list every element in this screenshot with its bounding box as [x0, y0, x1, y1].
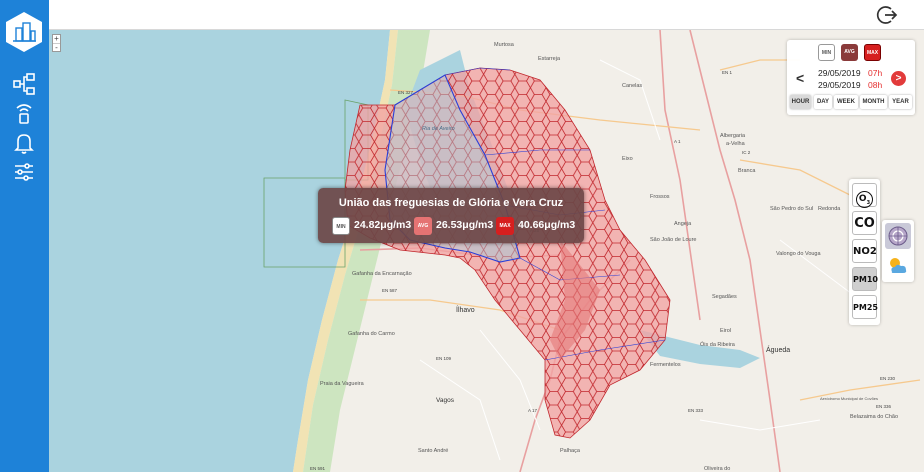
period-year-button[interactable]: YEAR [889, 95, 912, 109]
shield-en333: EN 333 [688, 408, 704, 413]
shield-en591: EN 591 [310, 466, 326, 471]
weather-icon[interactable] [885, 253, 911, 279]
time-from-date: 29/05/2019 [818, 68, 861, 78]
tooltip-avg-value: 26.53μg/m3 [436, 219, 494, 231]
pollutant-o3-sub: 3 [866, 199, 871, 206]
avg-stat-button[interactable]: AVG [841, 44, 858, 61]
label-belazaima: Belazaima do Chão [850, 414, 898, 420]
label-vagos: Vagos [436, 397, 455, 404]
sensor-icon[interactable] [12, 101, 36, 125]
shield-en230: EN 230 [880, 376, 896, 381]
period-month-button[interactable]: MONTH [860, 95, 887, 109]
label-gafanha-carmo: Gafanha do Carmo [348, 331, 395, 337]
time-to-hour: 08h [868, 80, 883, 90]
shield-en587: EN 587 [382, 288, 398, 293]
traffic-layer-icon[interactable] [885, 223, 911, 249]
sidebar [0, 0, 49, 472]
tooltip-avg-badge: AVG [414, 217, 432, 235]
label-segadaes: Segadães [712, 294, 737, 300]
min-stat-button[interactable]: MIN [818, 44, 835, 61]
max-stat-button[interactable]: MAX [864, 44, 881, 61]
pollutant-o3-label: O [858, 194, 867, 204]
label-canelas: Canelas [622, 83, 642, 89]
period-week-button[interactable]: WEEK [834, 95, 858, 109]
time-to-row: 29/05/2019 08h [818, 80, 882, 90]
tooltip-max-value: 40.66μg/m3 [518, 219, 576, 231]
city-logo-icon[interactable] [4, 11, 44, 53]
pollutant-pm10-button[interactable]: PM10 [852, 267, 878, 291]
label-gafanha-enc: Gafanha da Encarnação [352, 271, 412, 277]
time-panel: MIN AVG MAX < 29/05/2019 07h 29/05/2019 … [787, 40, 915, 115]
label-sao-pedro: São Pedro do Sul [770, 206, 813, 212]
shield-en336: EN 336 [876, 404, 892, 409]
label-santo-andre: Santo André [418, 448, 448, 454]
label-fermentelos: Fermentelos [650, 362, 681, 368]
label-estarreja: Estarreja [538, 56, 561, 62]
label-palhaca: Palhaça [560, 448, 581, 454]
shield-a1: A 1 [674, 139, 681, 144]
next-time-button[interactable]: > [891, 71, 906, 86]
label-ois-ribeira: Óis da Ribeira [700, 341, 736, 348]
pollutant-o3-button[interactable]: O3 [852, 183, 877, 208]
label-albergaria: Albergaria [720, 133, 746, 139]
label-eixo: Eixo [622, 156, 633, 162]
shield-ic2: IC 2 [742, 150, 751, 155]
pollutant-selector: O3 CO NO2 PM10 PM25 [849, 179, 880, 325]
pollutant-no2-button[interactable]: NO2 [852, 239, 877, 263]
shield-en1: EN 1 [722, 70, 733, 75]
label-valongo: Valongo do Vouga [776, 251, 821, 257]
label-murtosa: Murtosa [494, 42, 515, 48]
label-eirol: Eirol [720, 328, 731, 334]
time-from-row: 29/05/2019 07h [818, 68, 882, 78]
previous-time-button[interactable]: < [796, 70, 804, 86]
shield-en109: EN 109 [436, 356, 452, 361]
sliders-icon[interactable] [12, 160, 36, 184]
label-aerodromo: Aeródromo Municipal de Covões [820, 396, 878, 401]
zoom-out-button[interactable]: - [53, 43, 60, 52]
tooltip-max-badge: MAX [496, 217, 514, 235]
tooltip-min-value: 24.82μg/m3 [354, 219, 412, 231]
time-to-date: 29/05/2019 [818, 80, 861, 90]
region-tooltip: União das freguesias de Glória e Vera Cr… [318, 188, 584, 243]
zoom-in-button[interactable]: + [53, 35, 60, 43]
pollutant-pm25-button[interactable]: PM25 [852, 295, 878, 319]
time-from-hour: 07h [868, 68, 883, 78]
label-agueda: Águeda [766, 345, 790, 354]
top-bar [49, 0, 924, 30]
tooltip-min-badge: MIN [332, 217, 350, 235]
period-day-button[interactable]: DAY [814, 95, 832, 109]
label-ilhavo: Ílhavo [456, 305, 475, 314]
label-redonda: Redonda [818, 206, 841, 212]
label-angeja: Angeja [674, 221, 692, 227]
period-hour-button[interactable]: HOUR [790, 95, 811, 109]
pollutant-co-button[interactable]: CO [852, 211, 877, 235]
network-icon[interactable] [12, 72, 36, 96]
zoom-control: + - [52, 34, 61, 52]
shield-a17: A 17 [528, 408, 538, 413]
shield-en327: EN 327 [398, 90, 414, 95]
label-praia-vagueira: Praia da Vagueira [320, 381, 365, 387]
label-branca: Branca [738, 168, 756, 174]
bell-icon[interactable] [12, 131, 36, 155]
label-oliveira: Oliveira do [704, 466, 730, 472]
app-root: Murtosa Estarreja Canelas Albergaria a-V… [0, 0, 924, 472]
label-a-velha: a-Velha [726, 141, 746, 147]
label-sao-joao: São João de Loure [650, 237, 696, 243]
layer-selector [882, 220, 914, 282]
label-ria-aveiro: Ria de Aveiro [422, 126, 455, 132]
tooltip-title: União das freguesias de Glória e Vera Cr… [338, 197, 564, 209]
label-frossos: Frossos [650, 194, 670, 200]
logout-icon[interactable] [876, 4, 898, 26]
